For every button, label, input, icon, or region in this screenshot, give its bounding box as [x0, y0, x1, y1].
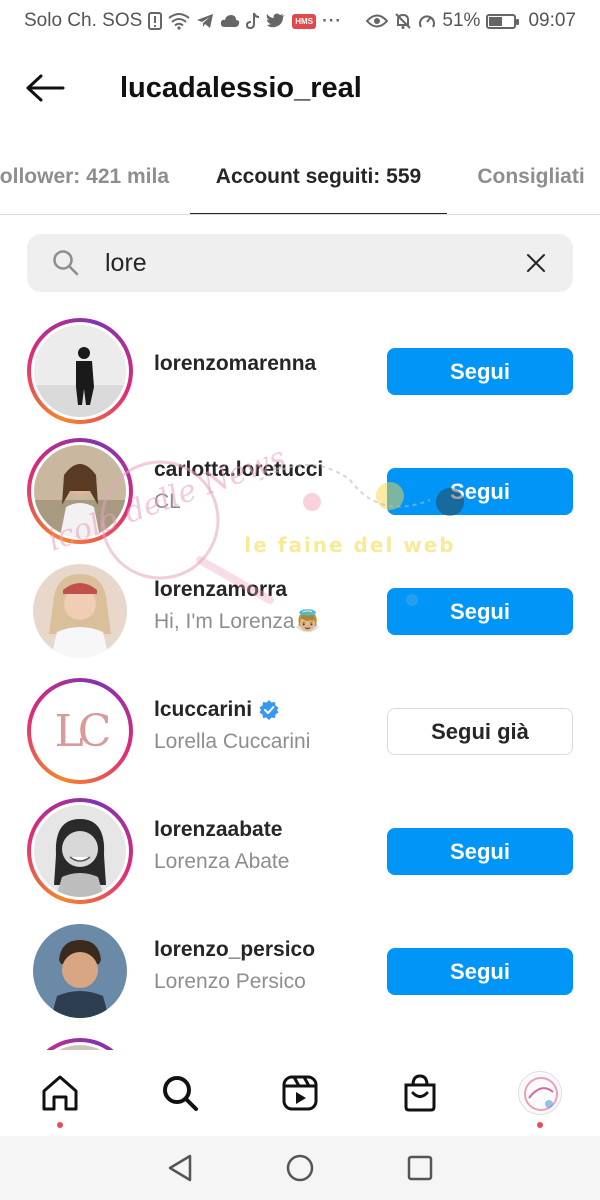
list-item[interactable]: LC lcuccarini Lorella Cuccarini Segui gi…	[0, 670, 600, 790]
wifi-icon	[168, 12, 190, 30]
avatar[interactable]: LC	[34, 685, 126, 777]
battery-percent: 51%	[442, 10, 481, 31]
avatar[interactable]	[33, 924, 127, 1018]
circle-home-icon	[286, 1154, 314, 1182]
full-name: Hi, I'm Lorenza👼🏼	[154, 610, 321, 633]
list-item[interactable]	[0, 1030, 600, 1050]
twitter-icon	[266, 13, 286, 29]
carrier-label: Solo Ch. SOS	[24, 10, 143, 31]
home-icon	[42, 1075, 78, 1111]
app-header: lucadalessio_real	[0, 48, 600, 128]
username[interactable]: lcuccarini	[154, 698, 252, 722]
arrow-left-icon	[26, 74, 65, 102]
full-name: CL	[154, 490, 181, 513]
story-ring	[27, 438, 133, 544]
shop-icon	[404, 1074, 436, 1112]
avatar[interactable]	[34, 445, 126, 537]
system-back-button[interactable]	[150, 1138, 210, 1198]
search-icon	[163, 1076, 198, 1111]
tiktok-icon	[246, 12, 260, 30]
system-home-button[interactable]	[270, 1138, 330, 1198]
tab-following[interactable]: Account seguiti: 559	[190, 140, 447, 214]
following-list: lorenzomarenna Segui carlotta.loretucci …	[0, 310, 600, 1050]
nav-shop[interactable]	[380, 1050, 460, 1136]
list-item[interactable]: lorenzo_persico Lorenzo Persico Segui	[0, 910, 600, 1030]
notification-dot	[57, 1122, 63, 1128]
full-name: Lorenza Abate	[154, 850, 290, 873]
follow-button[interactable]: Segui	[387, 948, 573, 995]
story-ring	[27, 318, 133, 424]
search-input[interactable]: lore	[105, 249, 499, 278]
search-bar[interactable]: lore	[27, 234, 573, 292]
story-ring: LC	[27, 678, 133, 784]
profile-avatar	[518, 1071, 562, 1115]
alert-icon	[148, 12, 163, 30]
username[interactable]: carlotta.loretucci	[154, 458, 323, 482]
following-button[interactable]: Segui già	[387, 708, 573, 755]
status-bar: Solo Ch. SOS HMS ··· 51% 09:07	[0, 0, 600, 42]
mute-bell-icon	[394, 12, 412, 30]
square-recents-icon	[407, 1155, 433, 1181]
username[interactable]: lorenzaabate	[154, 818, 282, 842]
nav-reels[interactable]	[260, 1050, 340, 1136]
active-tab-indicator	[190, 213, 447, 214]
list-item[interactable]: lorenzaabate Lorenza Abate Segui	[0, 790, 600, 910]
follow-button[interactable]: Segui	[387, 468, 573, 515]
cloud-icon	[220, 14, 240, 28]
story-ring	[27, 1038, 133, 1050]
page-title: lucadalessio_real	[120, 71, 362, 104]
tab-suggested[interactable]: Consigliati	[466, 140, 596, 214]
triangle-back-icon	[168, 1154, 192, 1182]
battery-icon	[486, 13, 520, 29]
follow-tabs: Follower: 421 mila Account seguiti: 559 …	[0, 140, 600, 215]
list-item[interactable]: lorenzomarenna Segui	[0, 310, 600, 430]
reels-icon	[282, 1075, 318, 1111]
username[interactable]: lorenzamorra	[154, 578, 287, 602]
back-button[interactable]	[0, 48, 90, 128]
follow-button[interactable]: Segui	[387, 588, 573, 635]
telegram-icon	[196, 13, 214, 29]
system-navigation	[0, 1136, 600, 1200]
tab-followers[interactable]: Follower: 421 mila	[0, 140, 178, 214]
hms-badge: HMS	[292, 13, 317, 29]
nav-home[interactable]	[20, 1050, 100, 1136]
full-name: Lorella Cuccarini	[154, 730, 311, 753]
lc-logo: LC	[54, 705, 112, 757]
nav-search[interactable]	[140, 1050, 220, 1136]
nav-profile[interactable]	[500, 1050, 580, 1136]
avatar[interactable]	[34, 805, 126, 897]
more-icon: ···	[322, 11, 343, 30]
search-icon	[27, 249, 105, 277]
full-name: Lorenzo Persico	[154, 970, 306, 993]
avatar-frame	[27, 558, 133, 664]
speed-icon	[418, 12, 436, 30]
list-item[interactable]: carlotta.loretucci CL Segui	[0, 430, 600, 550]
avatar[interactable]	[34, 325, 126, 417]
notification-dot	[537, 1122, 543, 1128]
list-item[interactable]: lorenzamorra Hi, I'm Lorenza👼🏼 Segui	[0, 550, 600, 670]
close-icon	[527, 254, 545, 272]
clear-search-button[interactable]	[499, 234, 573, 292]
eye-icon	[366, 14, 389, 28]
bottom-navigation	[0, 1050, 600, 1136]
follow-button[interactable]: Segui	[387, 828, 573, 875]
avatar-frame	[27, 918, 133, 1024]
story-ring	[27, 798, 133, 904]
follow-button[interactable]: Segui	[387, 348, 573, 395]
username[interactable]: lorenzo_persico	[154, 938, 315, 962]
verified-badge-icon	[258, 699, 280, 721]
username[interactable]: lorenzomarenna	[154, 352, 316, 376]
system-recents-button[interactable]	[390, 1138, 450, 1198]
clock: 09:07	[528, 10, 576, 31]
avatar[interactable]	[33, 564, 127, 658]
